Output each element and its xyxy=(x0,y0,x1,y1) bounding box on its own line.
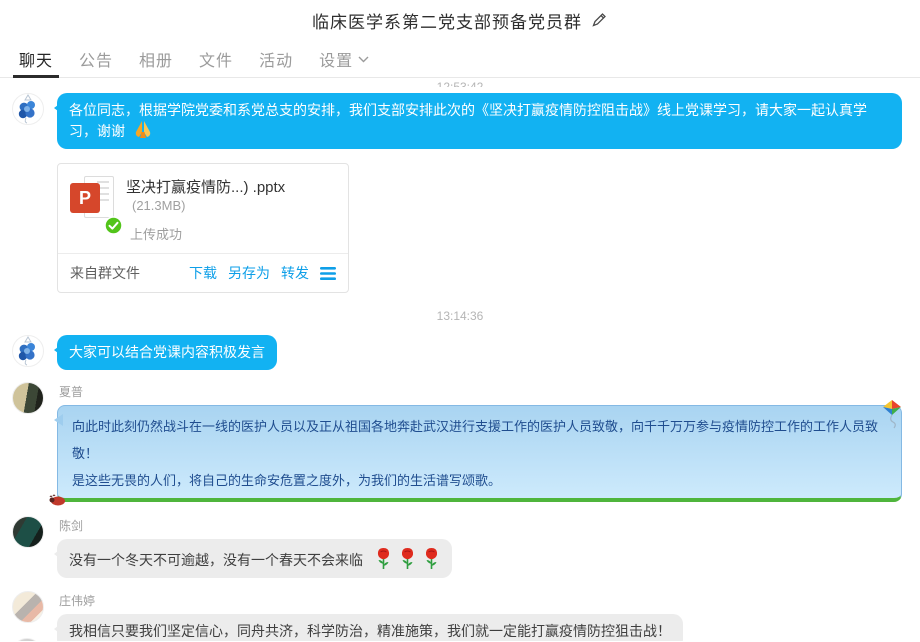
bubble-tail xyxy=(48,344,62,356)
powerpoint-file-icon: P xyxy=(70,176,114,224)
bubble-tail xyxy=(48,623,62,635)
blue-flower-pendant-avatar-image xyxy=(15,336,41,366)
chat-bubble[interactable]: 我相信只要我们坚定信心，同舟共济，科学防治，精准施策，我们就一定能打赢疫情防控狙… xyxy=(57,614,683,641)
ladybug-decoration-icon xyxy=(48,494,66,506)
bubble-tail xyxy=(48,548,62,560)
message-text-line2: 是这些无畏的人们，将自己的生命安危置之度外，为我们的生活谱写颂歌。 xyxy=(72,467,887,494)
next-message-avatar-sliver xyxy=(12,638,42,641)
avatar-zhuangweiting[interactable] xyxy=(12,591,44,623)
group-title: 临床医学系第二党支部预备党员群 xyxy=(312,8,582,33)
tab-settings[interactable]: 设置 xyxy=(306,40,382,78)
file-name[interactable]: 坚决打赢疫情防...) .pptx xyxy=(126,179,285,196)
message-text: 大家可以结合党课内容积极发言 xyxy=(69,344,265,360)
rose-emoji-group xyxy=(375,547,440,570)
chat-message-list[interactable]: 12:53:42 各位同志，根据学院党委和系党总支的安排，我们支部安排此次的 xyxy=(0,78,920,641)
message-text: 没有一个冬天不可逾越，没有一个春天不会来临 xyxy=(69,552,363,568)
chat-bubble-skinned[interactable]: 向此时此刻仍然战斗在一线的医护人员以及正从祖国各地奔赴武汉进行支援工作的医护人员… xyxy=(57,405,902,502)
message-row-chenjian: 陈剑 没有一个冬天不可逾越，没有一个春天不会来临 xyxy=(0,506,920,582)
chat-bubble[interactable]: 各位同志，根据学院党委和系党总支的安排，我们支部安排此次的《坚决打赢疫情防控阻击… xyxy=(57,93,902,149)
rose-emoji xyxy=(399,547,416,570)
tab-activities-label: 活动 xyxy=(259,47,293,71)
sender-name: 夏普 xyxy=(59,383,905,400)
file-card-top: P 坚决打赢疫情防...) .pptx (21.3MB) 上传成功 xyxy=(58,164,348,253)
message-row-xiapu: 夏普 向此时此刻仍然战斗在一线的医护人员以及 xyxy=(0,374,920,506)
avatar-group-owner[interactable] xyxy=(12,93,44,125)
tab-announcement-label: 公告 xyxy=(79,47,113,71)
tab-chat-label: 聊天 xyxy=(19,47,53,71)
chat-bubble[interactable]: 大家可以结合党课内容积极发言 xyxy=(57,335,277,370)
tab-files[interactable]: 文件 xyxy=(186,40,246,78)
message-row-owner-1: 各位同志，根据学院党委和系党总支的安排，我们支部安排此次的《坚决打赢疫情防控阻击… xyxy=(0,87,920,153)
rose-emoji xyxy=(423,547,440,570)
rose-emoji xyxy=(375,547,392,570)
bubble-tail xyxy=(48,102,62,114)
tab-album[interactable]: 相册 xyxy=(126,40,186,78)
folded-hands-emoji xyxy=(132,120,154,140)
tab-bar: 聊天 公告 相册 文件 活动 设置 xyxy=(0,40,920,78)
file-attachment-card[interactable]: P 坚决打赢疫情防...) .pptx (21.3MB) 上传成功 来自群文件 xyxy=(57,163,349,293)
sender-name: 陈剑 xyxy=(59,517,905,534)
edit-group-name-icon[interactable] xyxy=(590,11,608,29)
avatar-group-owner[interactable] xyxy=(12,335,44,367)
message-text-line1: 向此时此刻仍然战斗在一线的医护人员以及正从祖国各地奔赴武汉进行支援工作的医护人员… xyxy=(72,413,887,467)
tab-activities[interactable]: 活动 xyxy=(246,40,306,78)
file-size: (21.3MB) xyxy=(132,198,185,213)
message-text: 各位同志，根据学院党委和系党总支的安排，我们支部安排此次的《坚决打赢疫情防控阻击… xyxy=(69,102,867,139)
group-header: 临床医学系第二党支部预备党员群 xyxy=(0,0,920,40)
message-text: 我相信只要我们坚定信心，同舟共济，科学防治，精准施策，我们就一定能打赢疫情防控狙… xyxy=(69,623,671,639)
forward-link[interactable]: 转发 xyxy=(281,263,309,283)
timestamp: 13:14:36 xyxy=(0,303,920,329)
avatar-partial xyxy=(12,638,42,641)
download-link[interactable]: 下载 xyxy=(189,263,217,283)
timestamp-clipped: 12:53:42 xyxy=(0,78,920,87)
chat-bubble[interactable]: 没有一个冬天不可逾越，没有一个春天不会来临 xyxy=(57,539,452,578)
hamburger-menu-icon[interactable] xyxy=(320,267,336,280)
sender-name: 庄伟婷 xyxy=(59,592,905,609)
blue-flower-pendant-avatar-image xyxy=(15,94,41,124)
file-source-label: 来自群文件 xyxy=(70,263,178,283)
avatar-xiapu[interactable] xyxy=(12,382,44,414)
upload-status-text: 上传成功 xyxy=(126,224,336,243)
save-as-link[interactable]: 另存为 xyxy=(228,263,270,283)
message-row-zhuangweiting: 庄伟婷 我相信只要我们坚定信心，同舟共济，科学防治，精准施策，我们就一定能打赢疫… xyxy=(0,582,920,641)
upload-success-check-icon xyxy=(104,216,123,235)
avatar-chenjian[interactable] xyxy=(12,516,44,548)
tab-album-label: 相册 xyxy=(139,47,173,71)
tab-settings-label: 设置 xyxy=(319,47,353,71)
tab-chat[interactable]: 聊天 xyxy=(6,40,66,78)
group-chat-window: 临床医学系第二党支部预备党员群 聊天 公告 相册 文件 活动 设置 xyxy=(0,0,920,642)
message-row-owner-2: 大家可以结合党课内容积极发言 xyxy=(0,329,920,374)
file-card-footer: 来自群文件 下载 另存为 转发 xyxy=(58,253,348,292)
tab-announcement[interactable]: 公告 xyxy=(66,40,126,78)
bubble-tail xyxy=(48,414,63,426)
kite-decoration-icon xyxy=(879,399,905,429)
powerpoint-p-glyph: P xyxy=(70,183,100,213)
chevron-down-icon xyxy=(358,56,369,63)
tab-files-label: 文件 xyxy=(199,47,233,71)
